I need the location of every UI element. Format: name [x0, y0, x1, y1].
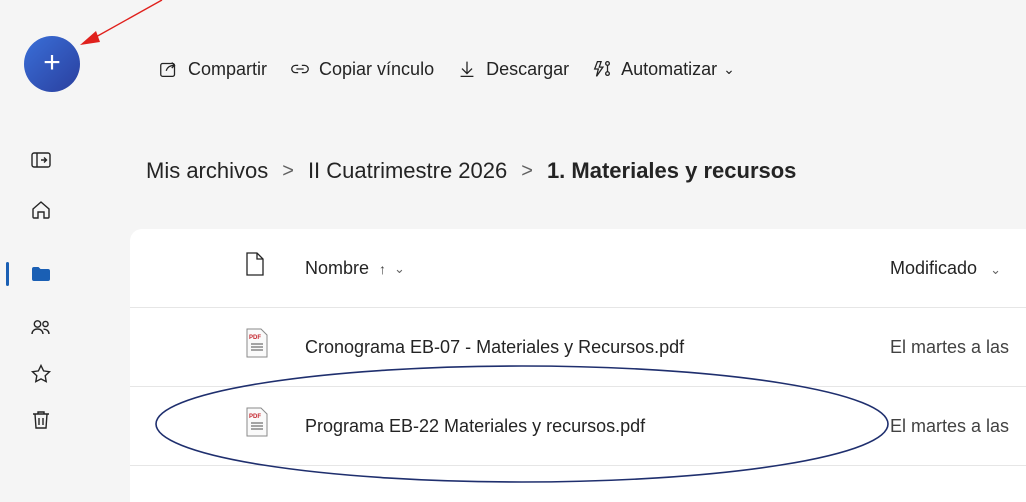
pdf-file-icon: PDF: [246, 328, 268, 358]
breadcrumb-current-folder: 1. Materiales y recursos: [546, 158, 797, 183]
trash-icon[interactable]: [29, 408, 53, 432]
automate-label: Automatizar: [621, 58, 718, 79]
chevron-down-icon: ⌄: [990, 262, 1001, 277]
file-list: Nombre ↑ ⌄ Modificado ⌄ PDF Cronograma E…: [130, 229, 1026, 502]
breadcrumb-my-files[interactable]: Mis archivos: [146, 158, 268, 184]
breadcrumb-separator: >: [282, 159, 294, 182]
left-rail: +: [0, 0, 110, 502]
copy-link-button[interactable]: Copiar vínculo: [289, 58, 434, 80]
share-icon: [160, 62, 176, 77]
file-list-header: Nombre ↑ ⌄ Modificado ⌄: [130, 229, 1026, 308]
file-modified: El martes a las: [890, 337, 1010, 357]
svg-text:PDF: PDF: [249, 335, 261, 341]
download-button[interactable]: Descargar: [456, 58, 569, 80]
people-icon[interactable]: [29, 316, 53, 340]
automate-button[interactable]: Automatizar ⌄: [591, 58, 735, 80]
folder-icon[interactable]: [29, 262, 53, 286]
file-modified: El martes a las: [890, 416, 1010, 436]
command-toolbar: Compartir Copiar vínculo Descargar Autom…: [158, 54, 757, 84]
file-name[interactable]: Cronograma EB-07 - Materiales y Recursos…: [305, 337, 684, 358]
file-row[interactable]: PDF Cronograma EB-07 - Materiales y Recu…: [130, 308, 1026, 387]
breadcrumb: Mis archivos > II Cuatrimestre 2026 > 1.…: [146, 158, 796, 184]
active-nav-indicator: [6, 262, 9, 286]
breadcrumb-semester[interactable]: II Cuatrimestre 2026: [308, 158, 507, 184]
pdf-file-icon: PDF: [246, 407, 268, 437]
column-name-label: Nombre: [305, 258, 370, 278]
column-header-modified[interactable]: Modificado ⌄: [890, 258, 1001, 279]
download-icon: [460, 61, 474, 77]
copy-link-label: Copiar vínculo: [319, 58, 435, 79]
collapse-pane-icon[interactable]: [29, 148, 53, 172]
share-label: Compartir: [188, 58, 268, 79]
chevron-down-icon: ⌄: [723, 60, 735, 77]
column-header-name[interactable]: Nombre ↑ ⌄: [305, 258, 405, 279]
svg-text:PDF: PDF: [249, 414, 261, 420]
share-button[interactable]: Compartir: [158, 58, 267, 80]
file-name[interactable]: Programa EB-22 Materiales y recursos.pdf: [305, 416, 645, 437]
download-label: Descargar: [486, 58, 570, 79]
breadcrumb-separator: >: [521, 159, 533, 182]
file-type-icon[interactable]: [244, 251, 266, 277]
file-row[interactable]: PDF Programa EB-22 Materiales y recursos…: [130, 387, 1026, 466]
link-icon: [291, 64, 309, 74]
star-icon[interactable]: [29, 362, 53, 386]
home-icon[interactable]: [29, 198, 53, 222]
sort-ascending-icon: ↑: [379, 260, 387, 277]
chevron-down-icon: ⌄: [394, 260, 405, 276]
automate-icon: [593, 61, 611, 77]
column-modified-label: Modificado: [890, 258, 978, 278]
create-new-button[interactable]: +: [24, 36, 80, 92]
